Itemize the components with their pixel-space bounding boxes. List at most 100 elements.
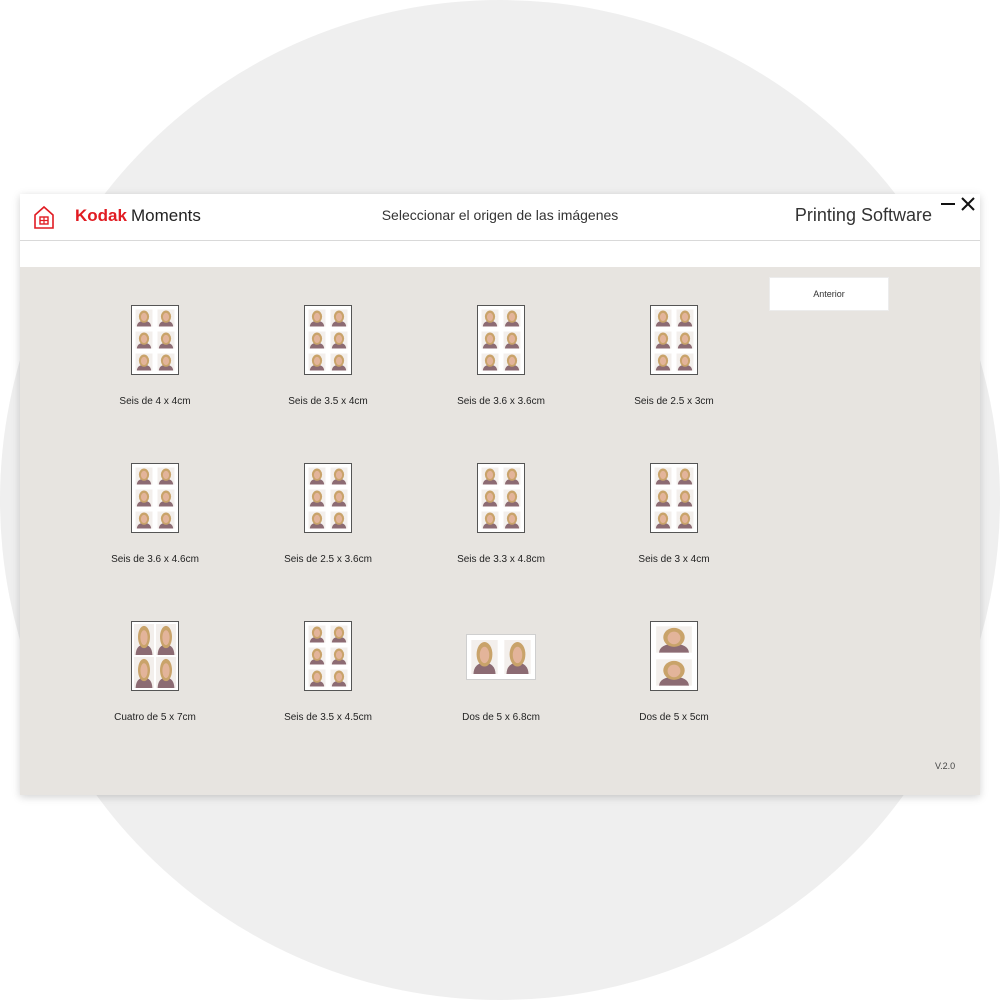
portrait-photo <box>308 647 326 665</box>
photo-sheet-preview <box>650 463 698 533</box>
layout-option[interactable]: Seis de 3 x 4cm <box>599 463 749 583</box>
portrait-photo <box>676 331 694 349</box>
photo-sheet-preview <box>650 621 698 691</box>
layout-label: Seis de 3.5 x 4.5cm <box>284 712 372 723</box>
portrait-photo <box>654 331 672 349</box>
portrait-photo <box>503 467 521 485</box>
layout-thumbnail <box>599 305 749 385</box>
portrait-photo <box>156 624 176 655</box>
portrait-photo <box>503 489 521 507</box>
portrait-photo <box>135 353 153 371</box>
layout-label: Seis de 3.3 x 4.8cm <box>457 554 545 565</box>
layout-label: Dos de 5 x 5cm <box>639 712 709 723</box>
portrait-photo <box>308 669 326 687</box>
brand-logo: Kodak Moments <box>75 206 201 226</box>
brand-kodak: Kodak <box>75 206 127 225</box>
portrait-photo <box>481 489 499 507</box>
layout-thumbnail <box>80 621 230 701</box>
layout-option[interactable]: Cuatro de 5 x 7cm <box>80 621 230 741</box>
portrait-photo <box>135 489 153 507</box>
layout-option[interactable]: Seis de 4 x 4cm <box>80 305 230 425</box>
layout-grid: Seis de 4 x 4cm Seis de 3.5 x 4cm Seis de … <box>20 267 760 787</box>
home-button[interactable] <box>33 204 55 230</box>
portrait-photo <box>157 489 175 507</box>
home-icon <box>34 205 54 229</box>
title-bar: Kodak Moments Seleccionar el origen de la… <box>20 194 980 241</box>
photo-sheet-preview <box>466 634 536 680</box>
minimize-icon <box>941 203 955 205</box>
portrait-photo <box>654 467 672 485</box>
portrait-photo <box>503 331 521 349</box>
portrait-photo <box>330 353 348 371</box>
layout-thumbnail <box>599 463 749 543</box>
version-label: V.2.0 <box>935 761 956 771</box>
layout-label: Seis de 2.5 x 3cm <box>634 396 714 407</box>
brand-moments: Moments <box>130 206 201 225</box>
layout-label: Seis de 2.5 x 3.6cm <box>284 554 372 565</box>
layout-option[interactable]: Seis de 2.5 x 3cm <box>599 305 749 425</box>
portrait-photo <box>503 309 521 327</box>
layout-thumbnail <box>80 463 230 543</box>
portrait-photo <box>330 669 348 687</box>
portrait-photo <box>676 511 694 529</box>
photo-sheet-preview <box>477 463 525 533</box>
layout-option[interactable]: Seis de 3.5 x 4cm <box>253 305 403 425</box>
back-button[interactable]: Anterior <box>769 277 889 311</box>
photo-sheet-preview <box>304 621 352 691</box>
portrait-photo <box>481 353 499 371</box>
layout-option[interactable]: Seis de 3.5 x 4.5cm <box>253 621 403 741</box>
portrait-photo <box>134 657 154 688</box>
layout-option[interactable]: Seis de 3.6 x 4.6cm <box>80 463 230 583</box>
layout-option[interactable]: Seis de 3.6 x 3.6cm <box>426 305 576 425</box>
portrait-photo <box>157 331 175 349</box>
close-button[interactable] <box>958 194 978 214</box>
page-title: Seleccionar el origen de las imágenes <box>381 207 619 223</box>
portrait-photo <box>134 624 154 655</box>
layout-option[interactable]: Dos de 5 x 5cm <box>599 621 749 741</box>
photo-sheet-preview <box>304 305 352 375</box>
layout-thumbnail <box>426 621 576 701</box>
portrait-photo <box>157 511 175 529</box>
portrait-photo <box>654 309 672 327</box>
minimize-button[interactable] <box>938 194 958 214</box>
app-window: Kodak Moments Seleccionar el origen de la… <box>20 194 980 795</box>
portrait-photo <box>330 625 348 643</box>
layout-thumbnail <box>80 305 230 385</box>
portrait-photo <box>330 331 348 349</box>
close-icon <box>961 197 975 211</box>
portrait-photo <box>135 309 153 327</box>
portrait-photo <box>676 309 694 327</box>
layout-option[interactable]: Dos de 5 x 6.8cm <box>426 621 576 741</box>
layout-option[interactable]: Seis de 3.3 x 4.8cm <box>426 463 576 583</box>
layout-thumbnail <box>426 305 576 385</box>
photo-sheet-preview <box>131 305 179 375</box>
layout-thumbnail <box>599 621 749 701</box>
photo-sheet-preview <box>304 463 352 533</box>
portrait-photo <box>503 511 521 529</box>
photo-sheet-preview <box>650 305 698 375</box>
photo-sheet-preview <box>477 305 525 375</box>
portrait-photo <box>308 331 326 349</box>
portrait-photo <box>481 467 499 485</box>
portrait-photo <box>135 331 153 349</box>
layout-thumbnail <box>253 305 403 385</box>
layout-option[interactable]: Seis de 2.5 x 3.6cm <box>253 463 403 583</box>
portrait-photo <box>157 309 175 327</box>
portrait-photo <box>503 353 521 371</box>
layout-label: Cuatro de 5 x 7cm <box>114 712 196 723</box>
portrait-photo <box>308 309 326 327</box>
layout-selection-area: Seis de 4 x 4cm Seis de 3.5 x 4cm Seis de … <box>20 267 980 795</box>
sub-toolbar <box>20 241 980 267</box>
portrait-photo <box>330 511 348 529</box>
portrait-photo <box>504 640 531 674</box>
portrait-photo <box>308 489 326 507</box>
portrait-photo <box>654 511 672 529</box>
portrait-photo <box>157 467 175 485</box>
layout-label: Seis de 3 x 4cm <box>638 554 710 565</box>
portrait-photo <box>308 467 326 485</box>
portrait-photo <box>157 353 175 371</box>
layout-thumbnail <box>253 463 403 543</box>
portrait-photo <box>676 353 694 371</box>
portrait-photo <box>471 640 498 674</box>
portrait-photo <box>676 489 694 507</box>
